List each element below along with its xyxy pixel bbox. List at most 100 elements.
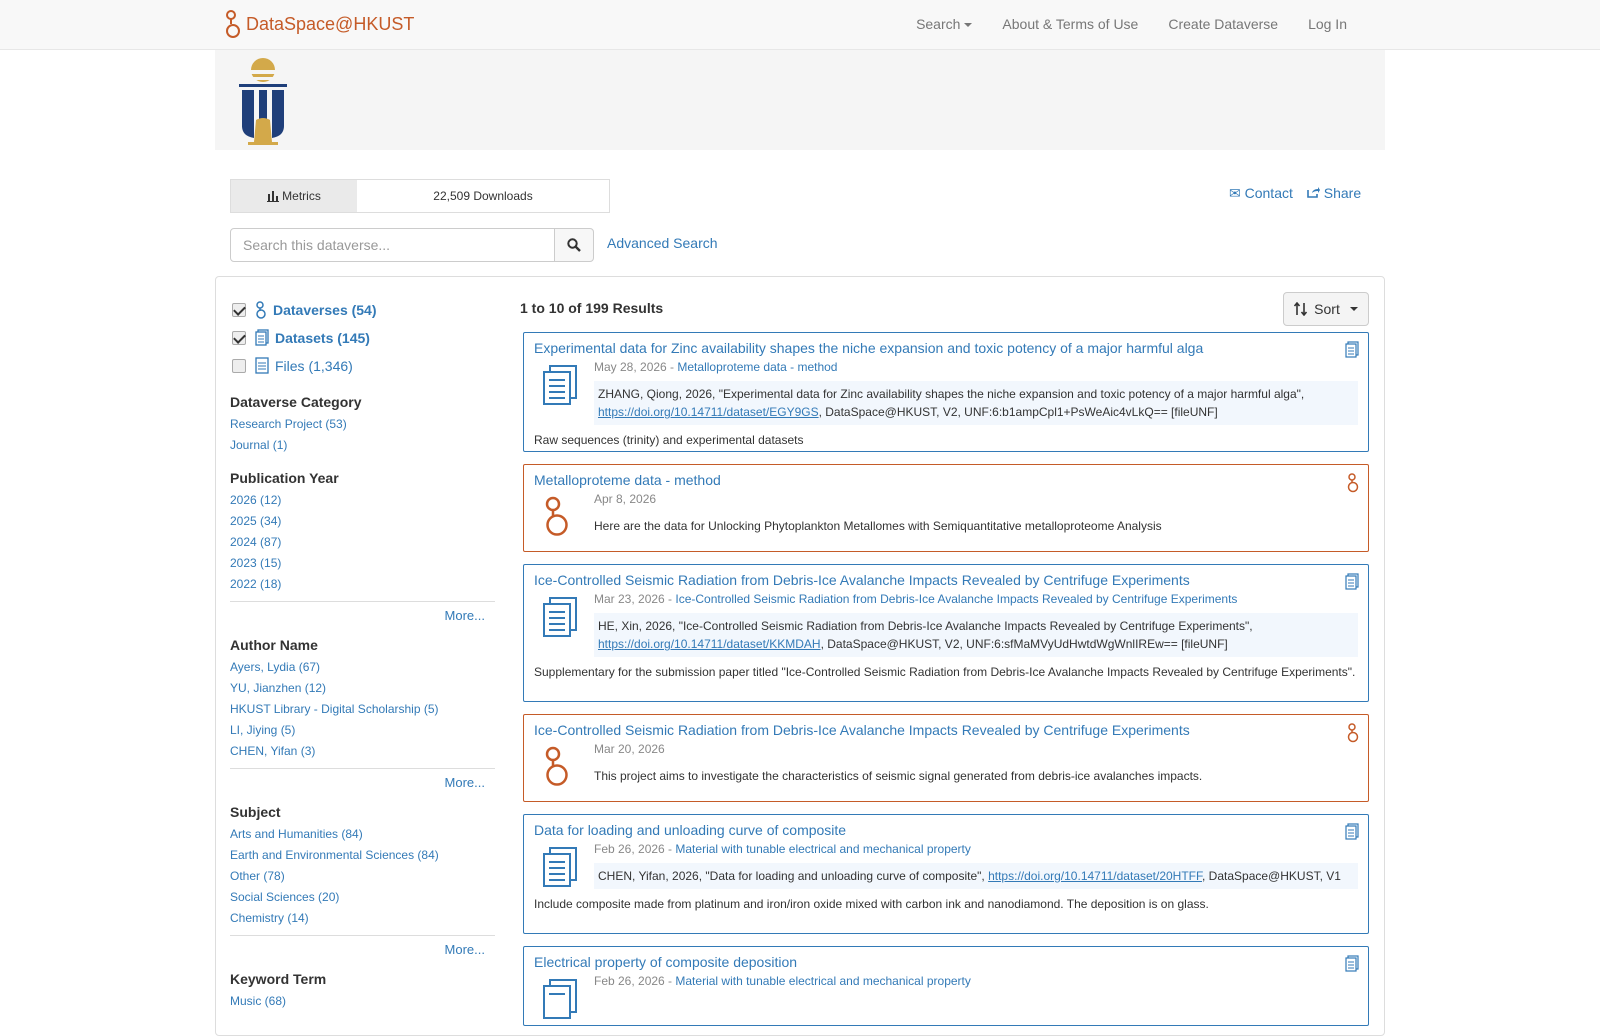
result-title-link[interactable]: Ice-Controlled Seismic Radiation from De… [534, 571, 1358, 589]
files-checkbox[interactable] [232, 359, 246, 373]
sort-button[interactable]: Sort [1283, 292, 1369, 326]
file-icon [255, 357, 269, 374]
facet-title-publication-year: Publication Year [230, 470, 339, 486]
facet-item[interactable]: YU, Jianzhen (12) [230, 678, 493, 699]
type-filter-dataverses[interactable]: Dataverses (54) [230, 296, 493, 324]
result-title-link[interactable]: Metalloproteme data - method [534, 471, 1358, 489]
datasets-count-label[interactable]: Datasets (145) [275, 330, 370, 346]
dataset-type-icon [1345, 341, 1359, 358]
dataverse-type-icon [1347, 723, 1359, 743]
facet-sidebar: Dataverses (54) Datasets (145) Files (1,… [230, 296, 495, 1012]
sort-icon [1294, 302, 1308, 316]
dataverse-header-banner [215, 50, 1385, 150]
doi-link[interactable]: https://doi.org/10.14711/dataset/EGY9GS [598, 405, 819, 419]
datasets-checkbox[interactable] [232, 331, 246, 345]
brand-link[interactable]: DataSpace@HKUST [225, 9, 414, 39]
facet-item[interactable]: 2024 (87) [230, 532, 493, 553]
result-title-link[interactable]: Electrical property of composite deposit… [534, 953, 1358, 971]
result-card-dataverse: Metalloproteme data - method Apr 8, 2026… [523, 464, 1369, 552]
result-date: Apr 8, 2026 [594, 492, 657, 506]
dataset-thumbnail-icon [543, 365, 577, 405]
downloads-count: 22,509 Downloads [433, 189, 533, 203]
nav-search-label: Search [916, 16, 961, 32]
dataverse-thumbnail-icon [545, 496, 568, 536]
citation-box: HE, Xin, 2026, "Ice-Controlled Seismic R… [594, 613, 1358, 657]
advanced-search-link[interactable]: Advanced Search [607, 235, 718, 251]
share-icon [1307, 187, 1320, 198]
result-title-link[interactable]: Experimental data for Zinc availability … [534, 339, 1358, 357]
result-date: Feb 26, 2026 - [594, 842, 676, 856]
share-button[interactable]: Share [1307, 185, 1361, 202]
result-title-link[interactable]: Data for loading and unloading curve of … [534, 821, 1358, 839]
facet-title-subject: Subject [230, 804, 281, 820]
dataverse-logo-icon [226, 10, 240, 38]
dataverse-icon [256, 301, 266, 319]
result-card-dataset: Electrical property of composite deposit… [523, 946, 1369, 1026]
share-label: Share [1323, 185, 1362, 201]
result-card-dataset: Data for loading and unloading curve of … [523, 814, 1369, 934]
dataset-type-icon [1345, 823, 1359, 840]
facet-item[interactable]: Journal (1) [230, 435, 493, 456]
facet-item[interactable]: CHEN, Yifan (3) [230, 741, 493, 762]
facet-item[interactable]: Research Project (53) [230, 414, 493, 435]
results-count: 1 to 10 of 199 Results [520, 300, 664, 316]
facet-item[interactable]: HKUST Library - Digital Scholarship (5) [230, 699, 493, 720]
hkust-logo[interactable] [234, 56, 292, 146]
facet-item[interactable]: 2023 (15) [230, 553, 493, 574]
brand-text: DataSpace@HKUST [246, 13, 415, 34]
doi-link[interactable]: https://doi.org/10.14711/dataset/20HTFF [988, 869, 1202, 883]
parent-dataverse-link[interactable]: Ice-Controlled Seismic Radiation from De… [675, 592, 1237, 606]
facet-item[interactable]: Social Sciences (20) [230, 887, 493, 908]
metrics-label: Metrics [282, 189, 321, 203]
files-count-label[interactable]: Files (1,346) [275, 358, 353, 374]
result-date: Feb 26, 2026 - [594, 974, 676, 988]
facet-title-author-name: Author Name [230, 637, 318, 653]
nav-about[interactable]: About & Terms of Use [1002, 16, 1138, 32]
facet-item[interactable]: Arts and Humanities (84) [230, 824, 493, 845]
facet-title-dataverse-category: Dataverse Category [230, 394, 362, 410]
facet-item[interactable]: Ayers, Lydia (67) [230, 657, 493, 678]
more-subject-link[interactable]: More... [230, 935, 495, 957]
bar-chart-icon [267, 190, 280, 202]
type-filter-files[interactable]: Files (1,346) [230, 352, 493, 380]
result-description: Raw sequences (trinity) and experimental… [534, 433, 804, 447]
dataverse-type-icon [1347, 473, 1359, 493]
magnifier-icon [567, 238, 581, 252]
doi-link[interactable]: https://doi.org/10.14711/dataset/KKMDAH [598, 637, 821, 651]
nav-log-in[interactable]: Log In [1308, 16, 1347, 32]
dataset-thumbnail-icon [543, 847, 577, 887]
facet-item[interactable]: Music (68) [230, 991, 493, 1012]
parent-dataverse-link[interactable]: Material with tunable electrical and mec… [675, 842, 970, 856]
dataverses-count-label[interactable]: Dataverses (54) [273, 302, 377, 318]
facet-item[interactable]: Chemistry (14) [230, 908, 493, 929]
facet-title-keyword-term: Keyword Term [230, 971, 327, 987]
citation-text: , DataSpace@HKUST, V1 [1202, 869, 1341, 883]
facet-item[interactable]: 2026 (12) [230, 490, 493, 511]
more-author-name-link[interactable]: More... [230, 768, 495, 790]
contact-label: Contact [1244, 185, 1293, 201]
facet-item[interactable]: Other (78) [230, 866, 493, 887]
parent-dataverse-link[interactable]: Metalloproteme data - method [677, 360, 837, 374]
facet-item[interactable]: 2025 (34) [230, 511, 493, 532]
nav-create-dataverse[interactable]: Create Dataverse [1168, 16, 1278, 32]
dataverses-checkbox[interactable] [232, 303, 246, 317]
metrics-bar: Metrics 22,509 Downloads [230, 179, 610, 213]
facet-item[interactable]: LI, Jiying (5) [230, 720, 493, 741]
top-navbar: DataSpace@HKUST Search About & Terms of … [0, 0, 1600, 50]
nav-search-dropdown[interactable]: Search [916, 16, 973, 32]
more-publication-year-link[interactable]: More... [230, 601, 495, 623]
search-button[interactable] [554, 228, 594, 262]
result-title-link[interactable]: Ice-Controlled Seismic Radiation from De… [534, 721, 1358, 739]
dataverse-thumbnail-icon [545, 746, 568, 786]
parent-dataverse-link[interactable]: Material with tunable electrical and mec… [675, 974, 970, 988]
type-filter-datasets[interactable]: Datasets (145) [230, 324, 493, 352]
search-input[interactable] [230, 228, 555, 262]
facet-item[interactable]: Earth and Environmental Sciences (84) [230, 845, 493, 866]
citation-text: HE, Xin, 2026, "Ice-Controlled Seismic R… [598, 619, 1253, 633]
citation-text: CHEN, Yifan, 2026, "Data for loading and… [598, 869, 989, 883]
contact-button[interactable]: ✉ Contact [1229, 185, 1293, 202]
facet-item[interactable]: 2022 (18) [230, 574, 493, 595]
result-card-dataset: Ice-Controlled Seismic Radiation from De… [523, 564, 1369, 702]
result-card-dataverse: Ice-Controlled Seismic Radiation from De… [523, 714, 1369, 802]
citation-text: , DataSpace@HKUST, V2, UNF:6:b1ampCpl1+P… [818, 405, 1218, 419]
